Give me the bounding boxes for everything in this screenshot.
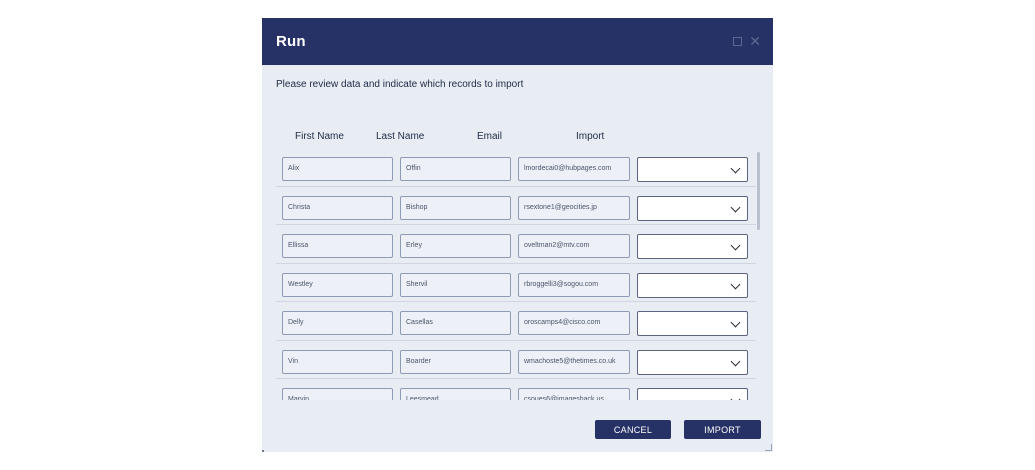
import-select[interactable] (637, 311, 748, 336)
table-row: Vin Boarder wmachoste5@thetimes.co.uk (276, 341, 756, 379)
chevron-down-icon (730, 240, 741, 251)
import-button[interactable]: IMPORT (684, 420, 761, 439)
cancel-button[interactable]: CANCEL (595, 420, 671, 439)
header-last-name: Last Name (376, 131, 425, 142)
first-name-field[interactable]: Vin (282, 349, 393, 374)
last-name-field[interactable]: Casellas (400, 311, 511, 335)
header-first-name: First Name (295, 131, 344, 142)
table-row: Westley Shervil rbroggelli3@sogou.com (276, 264, 756, 302)
last-name-field[interactable]: Boarder (400, 349, 511, 374)
scrollbar-thumb[interactable] (757, 152, 760, 230)
chevron-down-icon (730, 317, 741, 328)
chevron-down-icon (730, 279, 741, 289)
first-name-field[interactable]: Christa (282, 195, 393, 220)
last-name-field[interactable]: Erley (400, 234, 511, 258)
last-name-field[interactable]: Offin (400, 157, 511, 181)
first-name-field[interactable]: Ellissa (282, 234, 393, 258)
last-name-field[interactable]: Leesmead (400, 388, 511, 400)
resize-grip-icon[interactable] (765, 444, 772, 451)
last-name-field[interactable]: Shervil (400, 272, 511, 297)
import-select[interactable] (637, 195, 748, 221)
chevron-down-icon (730, 394, 741, 400)
email-field[interactable]: csoues6@imageshack.us (518, 388, 630, 400)
table-row: Alix Offin lmordecai0@hubpages.com (276, 148, 756, 187)
table-row: Marvin Leesmead csoues6@imageshack.us (276, 379, 756, 400)
table-row: Delly Casellas oroscamps4@cisco.com (276, 302, 756, 341)
dialog-titlebar[interactable]: Run ✕ (262, 18, 773, 65)
chevron-down-icon (730, 202, 741, 212)
email-field[interactable]: lmordecai0@hubpages.com (518, 157, 630, 181)
email-field[interactable]: wmachoste5@thetimes.co.uk (518, 349, 630, 374)
run-dialog: Run ✕ Please review data and indicate wh… (262, 18, 773, 452)
first-name-field[interactable]: Marvin (282, 388, 393, 400)
corner-mark (262, 450, 264, 452)
email-field[interactable]: oroscamps4@cisco.com (518, 311, 630, 335)
window-controls: ✕ (733, 34, 761, 48)
import-select[interactable] (637, 234, 748, 259)
email-field[interactable]: rbroggelli3@sogou.com (518, 272, 630, 297)
email-field[interactable]: oveltman2@mtv.com (518, 234, 630, 258)
chevron-down-icon (730, 163, 741, 174)
chevron-down-icon (730, 356, 741, 366)
import-select[interactable] (637, 388, 748, 400)
import-select[interactable] (637, 272, 748, 298)
import-select[interactable] (637, 157, 748, 182)
table-row: Christa Bishop rsextone1@geocities.jp (276, 187, 756, 225)
instructions-text: Please review data and indicate which re… (276, 79, 524, 90)
maximize-icon[interactable] (733, 36, 743, 46)
dialog-title: Run (276, 33, 306, 50)
email-field[interactable]: rsextone1@geocities.jp (518, 195, 630, 220)
header-email: Email (477, 131, 503, 142)
header-import: Import (576, 131, 605, 142)
close-icon[interactable]: ✕ (749, 34, 761, 48)
last-name-field[interactable]: Bishop (400, 195, 511, 220)
first-name-field[interactable]: Westley (282, 272, 393, 297)
records-list: Alix Offin lmordecai0@hubpages.com Chris… (276, 148, 756, 400)
import-select[interactable] (637, 349, 748, 375)
first-name-field[interactable]: Delly (282, 311, 393, 335)
table-row: Ellissa Erley oveltman2@mtv.com (276, 225, 756, 264)
first-name-field[interactable]: Alix (282, 157, 393, 181)
